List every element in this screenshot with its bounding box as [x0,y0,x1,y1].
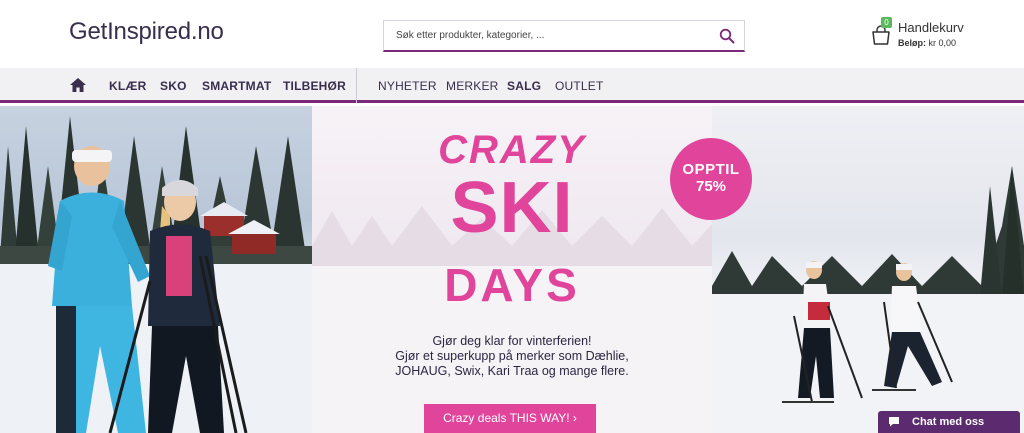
tagline-line-3: JOHAUG, Swix, Kari Traa og mange flere. [395,364,629,378]
home-icon[interactable] [70,78,86,92]
cart-count-badge: 0 [881,17,892,28]
chat-label: Chat med oss [912,416,985,428]
nav-item-nyheter[interactable]: NYHETER [378,79,437,93]
search-icon[interactable] [719,28,735,44]
cart-amount-value: kr 0,00 [928,38,957,48]
nav-item-tilbehor[interactable]: TILBEHØR [283,79,346,93]
skiers-illustration-right [712,166,1024,433]
main-nav: KLÆR SKO SMARTMAT TILBEHØR NYHETER MERKE… [0,68,1024,103]
tagline-line-1: Gjør deg klar for vinterferien! [432,334,592,348]
headline-days: DAYS [444,259,580,311]
banner-tagline: Gjør deg klar for vinterferien! Gjør et … [352,334,672,379]
site-header: GetInspired.no 0 Handlekurv Beløp: kr 0,… [0,0,1024,68]
cart-amount-label: Beløp: [898,38,926,48]
hero-photo-left [0,106,312,433]
chat-button[interactable]: Chat med oss [878,411,1020,433]
nav-item-salg[interactable]: SALG [507,79,541,93]
cart-amount: Beløp: kr 0,00 [898,38,956,48]
nav-item-outlet[interactable]: OUTLET [555,79,604,93]
nav-divider [356,68,357,103]
search-bar[interactable] [383,20,745,52]
nav-item-sko[interactable]: SKO [160,79,187,93]
cart-button[interactable]: 0 Handlekurv Beløp: kr 0,00 [870,17,1000,52]
chat-bubble-icon [889,417,899,427]
tagline-line-2: Gjør et superkupp på merker som Dæhlie, [395,349,629,363]
site-logo[interactable]: GetInspired.no [69,18,224,46]
cart-title: Handlekurv [898,20,964,35]
search-input[interactable] [396,21,716,49]
crazy-deals-button[interactable]: Crazy deals THIS WAY! › [424,404,596,433]
nav-item-merker[interactable]: MERKER [446,79,499,93]
hero-photo-right [712,106,1024,433]
discount-badge-line1: OPPTIL [682,161,740,178]
discount-badge: OPPTIL 75% [670,138,752,220]
headline-crazy: CRAZY [438,128,586,172]
nav-item-klaer[interactable]: KLÆR [109,79,146,93]
skiers-illustration-left [0,116,312,433]
nav-item-smartmat[interactable]: SMARTMAT [202,79,271,93]
headline-ski: SKI [450,168,574,248]
discount-badge-percent: 75% [695,178,727,195]
